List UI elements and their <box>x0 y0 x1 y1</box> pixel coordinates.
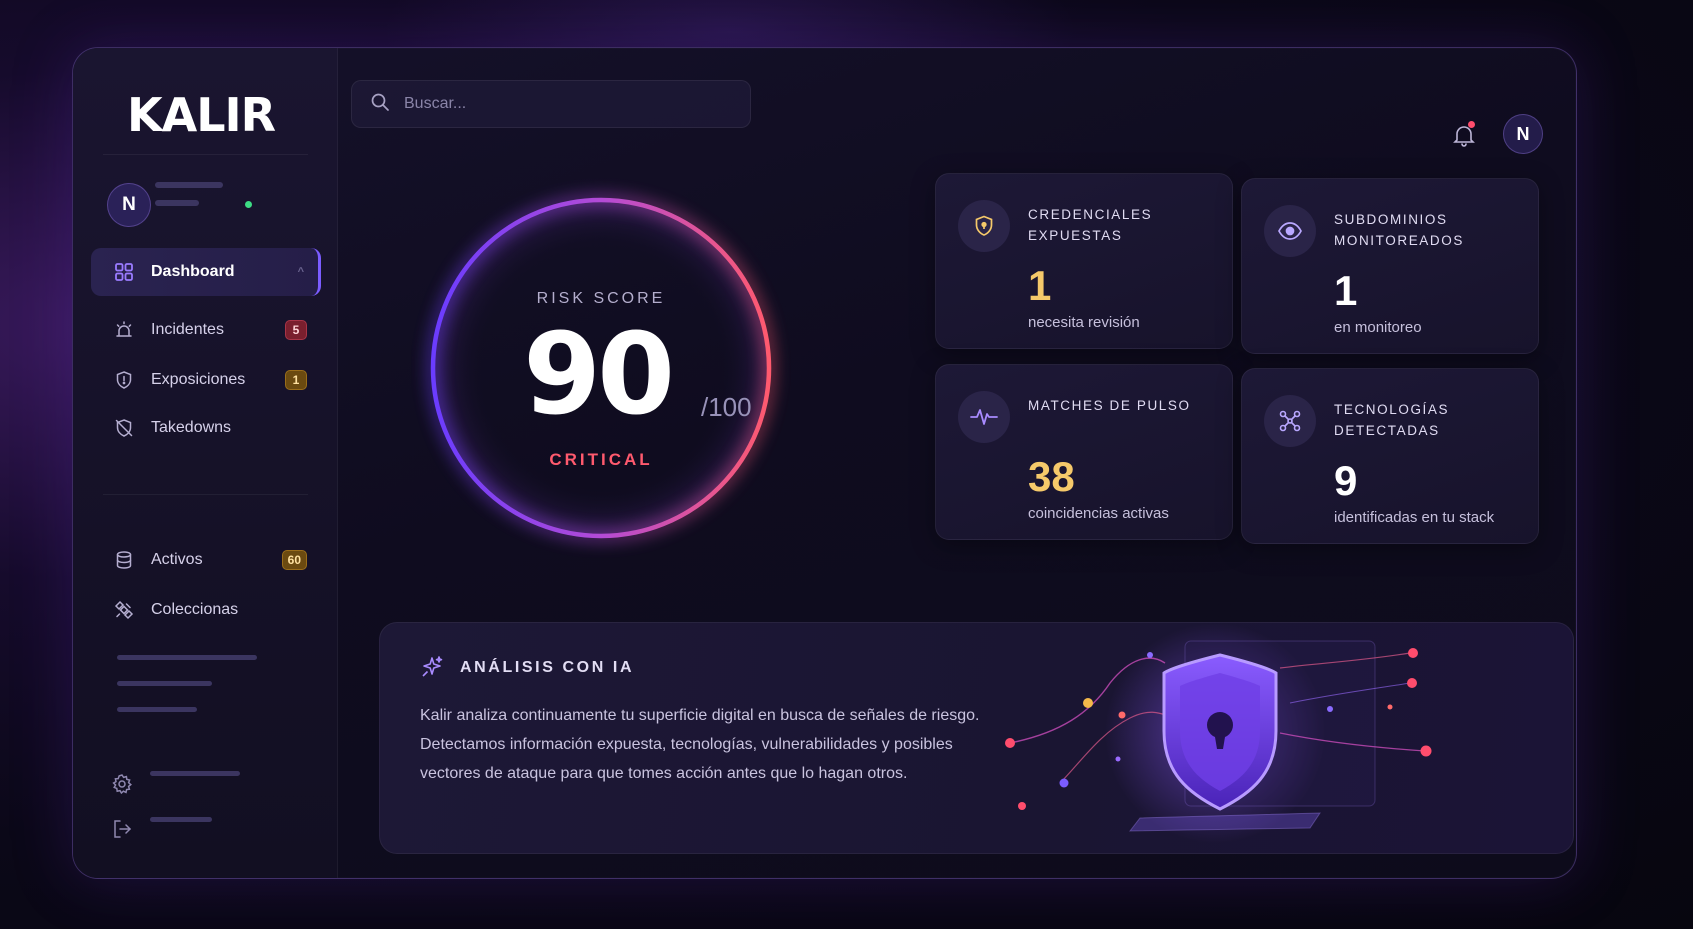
card-value: 1 <box>1334 267 1358 314</box>
pulse-icon <box>958 391 1010 443</box>
sidebar-item-exposiciones[interactable]: Exposiciones 1 <box>91 356 321 404</box>
user-profile[interactable]: N <box>107 183 151 227</box>
card-value: 1 <box>1028 262 1052 309</box>
placeholder-line <box>150 817 212 822</box>
security-shield-illustration <box>1005 623 1432 843</box>
risk-level: CRITICAL <box>549 450 653 469</box>
incidents-count-badge: 5 <box>285 320 307 340</box>
sidebar-item-takedowns[interactable]: Takedowns <box>91 404 321 452</box>
card-subtitle: necesita revisión <box>1028 314 1140 331</box>
card-title: TECNOLOGÍAS DETECTADAS <box>1334 402 1450 438</box>
role-placeholder <box>155 200 199 206</box>
exposures-count-badge: 1 <box>285 370 307 390</box>
stat-card-credenciales[interactable]: CREDENCIALES EXPUESTAS 1 necesita revisi… <box>935 173 1233 349</box>
placeholder-line <box>117 707 197 712</box>
sidebar: KALIR N Dashboard ^ Incidentes 5 Exposic… <box>73 48 338 878</box>
search-bar[interactable] <box>351 80 751 128</box>
stat-card-tecnologias[interactable]: TECNOLOGÍAS DETECTADAS 9 identificadas e… <box>1241 368 1539 544</box>
app-window: KALIR N Dashboard ^ Incidentes 5 Exposic… <box>72 47 1577 879</box>
card-title: MATCHES DE PULSO <box>1028 398 1191 413</box>
card-title: SUBDOMINIOS MONITOREADOS <box>1334 212 1464 248</box>
sidebar-item-label: Incidentes <box>151 321 224 338</box>
sidebar-item-label: Dashboard <box>151 263 235 280</box>
sidebar-item-coleccionas[interactable]: Coleccionas <box>91 586 321 634</box>
network-icon <box>1264 395 1316 447</box>
assets-count-badge: 60 <box>281 550 307 570</box>
ai-panel-description: Kalir analiza continuamente tu superfici… <box>420 707 980 782</box>
notification-bell-icon[interactable] <box>1451 122 1479 150</box>
placeholder-line <box>150 771 240 776</box>
eye-icon <box>1264 205 1316 257</box>
alert-light-icon <box>113 319 135 341</box>
shield-off-icon <box>113 417 135 439</box>
sidebar-item-label: Exposiciones <box>151 371 246 388</box>
stat-card-subdominios[interactable]: SUBDOMINIOS MONITOREADOS 1 en monitoreo <box>1241 178 1539 354</box>
user-avatar[interactable]: N <box>1503 114 1543 154</box>
card-title: CREDENCIALES EXPUESTAS <box>1028 207 1153 243</box>
ai-panel-title: ANÁLISIS CON IA <box>460 659 635 676</box>
card-value: 38 <box>1028 453 1075 500</box>
placeholder-line <box>117 655 257 660</box>
grid-icon <box>113 261 135 283</box>
search-input[interactable] <box>404 95 704 113</box>
divider <box>103 494 308 495</box>
logout-icon[interactable] <box>111 818 133 845</box>
risk-score-max: /100 <box>701 392 752 422</box>
avatar[interactable]: N <box>107 183 151 227</box>
card-value: 9 <box>1334 457 1358 504</box>
shield-key-icon <box>958 200 1010 252</box>
divider <box>103 154 308 155</box>
logo: KALIR <box>127 88 276 142</box>
sparkle-icon <box>420 655 444 679</box>
ai-analysis-panel: ANÁLISIS CON IA Kalir analiza continuame… <box>379 622 1574 854</box>
settings-icon[interactable] <box>111 773 133 800</box>
sidebar-item-label: Activos <box>151 551 203 568</box>
risk-score-label: RISK SCORE <box>536 290 666 307</box>
risk-score-value: 90 <box>523 310 675 440</box>
card-subtitle: en monitoreo <box>1334 319 1422 336</box>
shield-alert-icon <box>113 369 135 391</box>
stat-card-matches[interactable]: MATCHES DE PULSO 38 coincidencias activa… <box>935 364 1233 540</box>
sidebar-item-activos[interactable]: Activos 60 <box>91 536 321 584</box>
satellite-icon <box>113 599 135 621</box>
username-placeholder <box>155 182 223 188</box>
sidebar-item-label: Takedowns <box>151 419 232 436</box>
sidebar-item-dashboard[interactable]: Dashboard ^ <box>91 248 321 296</box>
search-icon <box>370 92 390 117</box>
sidebar-item-incidentes[interactable]: Incidentes 5 <box>91 306 321 354</box>
notification-dot <box>1468 121 1475 128</box>
placeholder-line <box>117 681 212 686</box>
sidebar-item-label: Coleccionas <box>151 601 239 618</box>
chevron-icon: ^ <box>297 266 304 278</box>
card-subtitle: identificadas en tu stack <box>1334 509 1495 526</box>
card-subtitle: coincidencias activas <box>1028 505 1169 522</box>
database-icon <box>113 549 135 571</box>
online-status-dot <box>245 201 252 208</box>
